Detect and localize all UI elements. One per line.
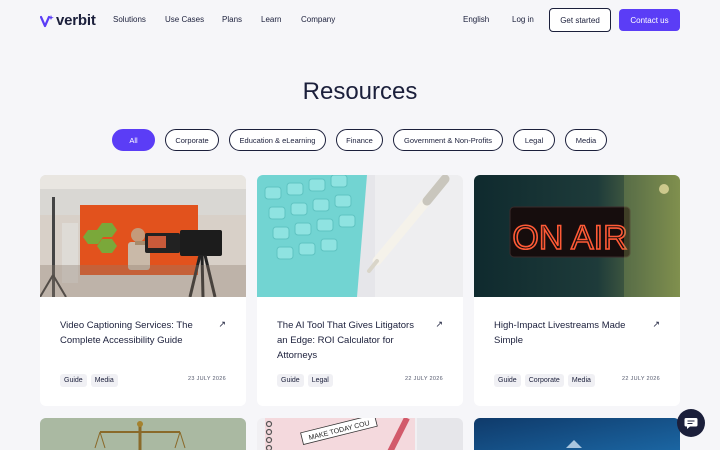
notebook-image: MAKE TODAY COU [257, 418, 463, 450]
verbit-logo[interactable]: verbit [40, 12, 96, 29]
scales-of-justice-image [40, 418, 246, 450]
filter-government[interactable]: Government & Non-Profits [393, 129, 503, 151]
nav-learn[interactable]: Learn [261, 15, 281, 24]
resource-card[interactable]: The AI Tool That Gives Litigators an Edg… [257, 175, 463, 406]
filter-all[interactable]: All [112, 129, 155, 151]
resource-card-partial[interactable]: MAKE TODAY COU [257, 418, 463, 450]
tag: Guide [494, 374, 521, 387]
nav-company[interactable]: Company [301, 15, 335, 24]
arrow-icon: ↗ [218, 319, 226, 329]
card-date: 23 JULY 2026 [188, 376, 226, 382]
logo-text: verbit [56, 12, 96, 29]
tag: Guide [60, 374, 87, 387]
verbit-v-icon [40, 14, 54, 27]
language-selector[interactable]: English [463, 15, 489, 24]
blue-screen-image [474, 418, 680, 450]
tag-list: Guide Media [60, 374, 118, 387]
on-air-text: ON AIR [512, 219, 627, 257]
card-date: 22 JULY 2026 [405, 376, 443, 382]
filter-finance[interactable]: Finance [336, 129, 383, 151]
page-title: Resources [302, 78, 418, 105]
card-title: The AI Tool That Gives Litigators an Edg… [277, 320, 414, 361]
arrow-icon: ↗ [652, 319, 660, 329]
tag: Guide [277, 374, 304, 387]
tag-list: Guide Corporate Media [494, 374, 595, 387]
chat-icon [684, 418, 698, 429]
resource-card-partial[interactable] [474, 418, 680, 450]
card-title: High-Impact Livestreams Made Simple [494, 320, 626, 346]
resource-card[interactable]: Video Captioning Services: The Complete … [40, 175, 246, 406]
tag-list: Guide Legal [277, 374, 333, 387]
arrow-icon: ↗ [435, 319, 443, 329]
login-link[interactable]: Log in [512, 15, 534, 24]
site-header: verbit Solutions Use Cases Plans Learn C… [0, 0, 720, 40]
nav-plans[interactable]: Plans [222, 15, 242, 24]
card-title: Video Captioning Services: The Complete … [60, 320, 193, 346]
tag: Media [90, 374, 118, 387]
card-date: 22 JULY 2026 [622, 376, 660, 382]
resource-card-partial[interactable] [40, 418, 246, 450]
tag: Corporate [524, 374, 564, 387]
tag: Media [567, 374, 595, 387]
calculator-pen-image [257, 175, 463, 297]
filter-education[interactable]: Education & eLearning [229, 129, 326, 151]
nav-use-cases[interactable]: Use Cases [165, 15, 204, 24]
filter-corporate[interactable]: Corporate [165, 129, 219, 151]
on-air-sign-image: ON AIR [474, 175, 680, 297]
contact-us-button[interactable]: Contact us [619, 9, 680, 31]
get-started-button[interactable]: Get started [549, 8, 611, 32]
chat-widget-button[interactable] [677, 409, 705, 437]
tag: Legal [307, 374, 333, 387]
filter-legal[interactable]: Legal [513, 129, 555, 151]
filter-media[interactable]: Media [565, 129, 607, 151]
video-studio-image [40, 175, 246, 297]
nav-solutions[interactable]: Solutions [113, 15, 146, 24]
resource-card[interactable]: ON AIR High-Impact Livestreams Made Simp… [474, 175, 680, 406]
